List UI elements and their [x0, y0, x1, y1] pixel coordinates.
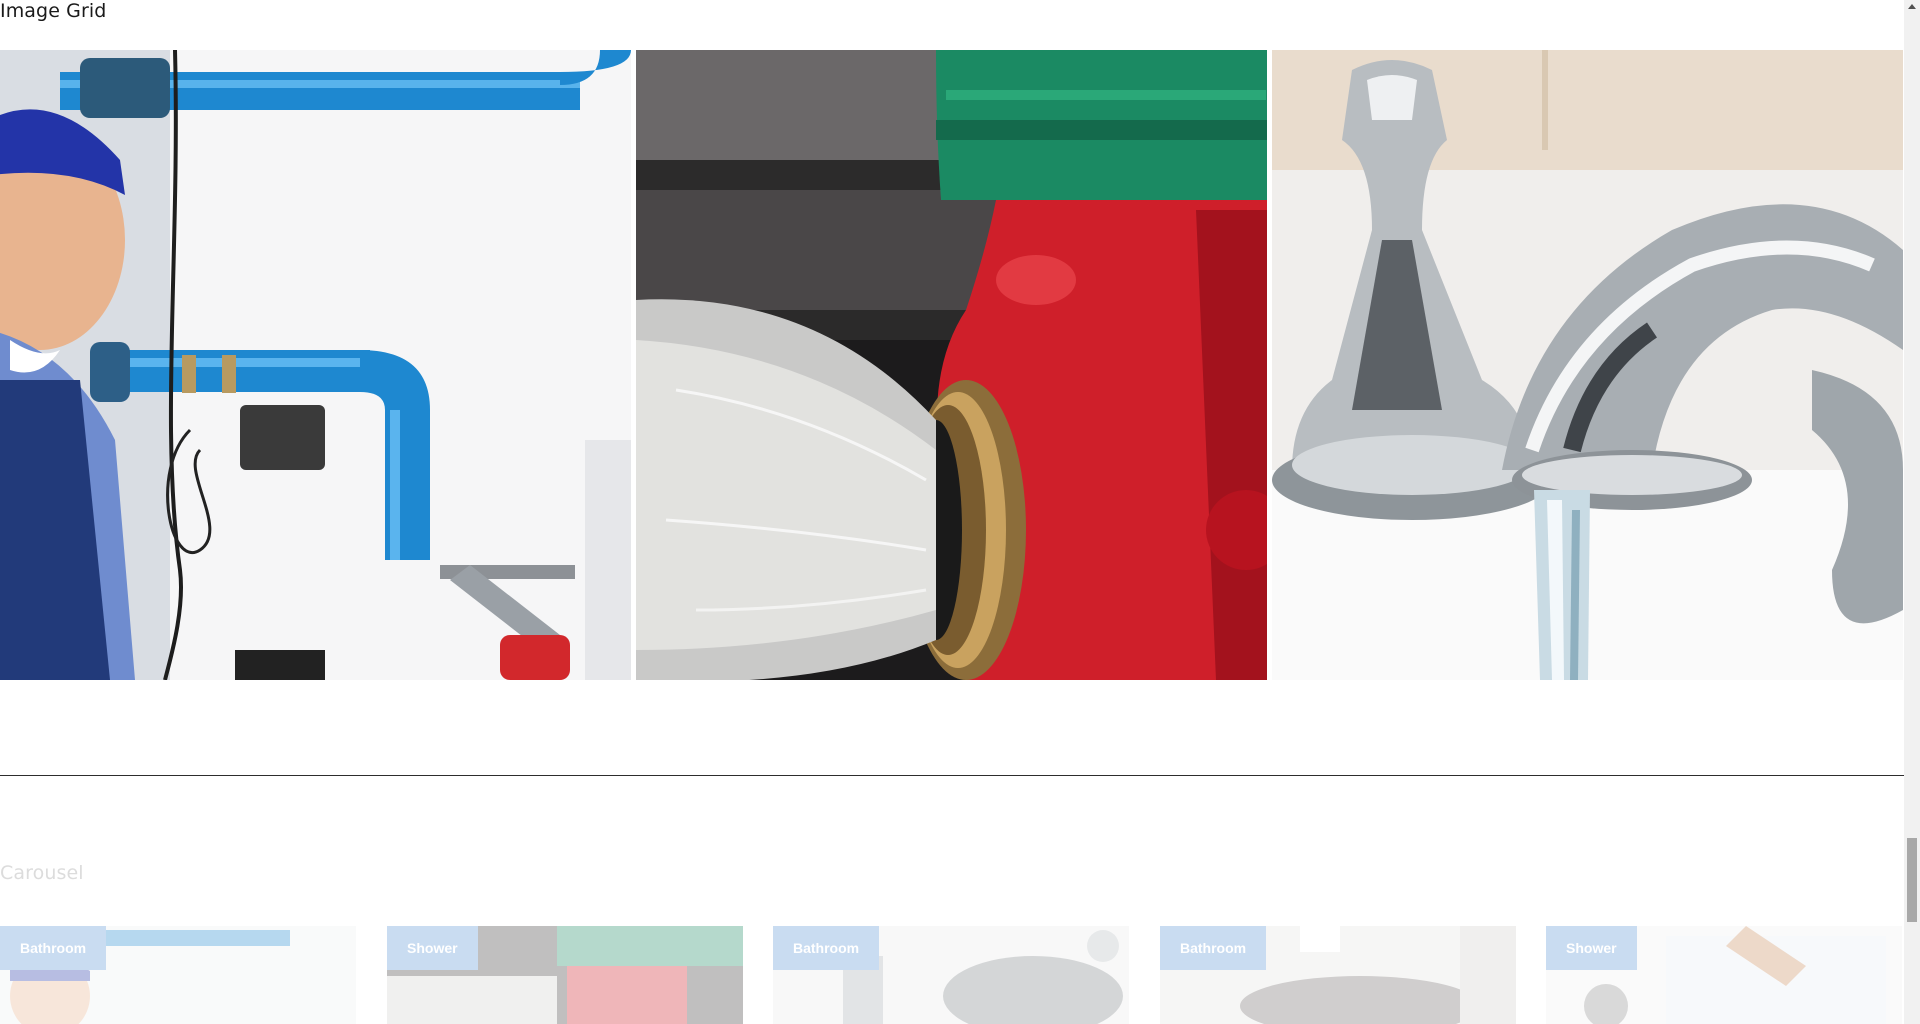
carousel-tag: Bathroom: [1160, 926, 1267, 970]
carousel-tag: Shower: [1546, 926, 1637, 970]
carousel-title: Carousel: [0, 862, 84, 884]
carousel-tag: Shower: [387, 926, 478, 970]
carousel-card[interactable]: Bathroom: [0, 926, 356, 1024]
section-divider: [0, 775, 1904, 776]
plumber-with-pipes-image[interactable]: [0, 50, 631, 680]
carousel-tag: Bathroom: [773, 926, 880, 970]
carousel-tag: Bathroom: [0, 926, 107, 970]
image-grid-title: Image Grid: [0, 0, 107, 22]
chrome-faucet-image[interactable]: [1272, 50, 1903, 680]
carousel-card[interactable]: Shower: [1546, 926, 1902, 1024]
carousel[interactable]: Bathroom Shower Bathroom Bathroom Shower: [0, 926, 1904, 1024]
scrollbar-thumb[interactable]: [1907, 838, 1917, 922]
vertical-scrollbar[interactable]: [1904, 0, 1920, 1024]
carousel-card[interactable]: Bathroom: [1160, 926, 1516, 1024]
carousel-card[interactable]: Shower: [387, 926, 743, 1024]
carousel-card[interactable]: Bathroom: [773, 926, 1129, 1024]
scroll-up-arrow-icon[interactable]: [1904, 0, 1920, 14]
fire-hydrant-image[interactable]: [636, 50, 1267, 680]
